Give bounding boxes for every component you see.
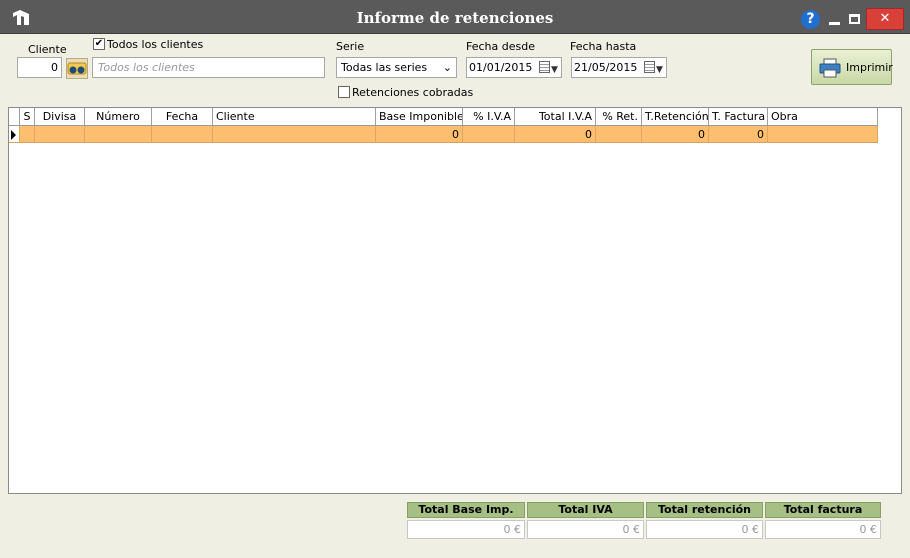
- total-base-imp-value: 0 €: [407, 520, 525, 539]
- total-factura-value: 0 €: [765, 520, 881, 539]
- cliente-label: Cliente: [28, 43, 67, 56]
- row-header-cell: [9, 108, 20, 125]
- total-retencion-header: Total retención: [646, 502, 763, 518]
- clientes-search-input[interactable]: Todos los clientes: [92, 57, 325, 78]
- retenciones-cobradas-checkbox[interactable]: [338, 86, 350, 98]
- maximize-icon: [849, 14, 860, 24]
- fecha-desde-label: Fecha desde: [466, 40, 535, 53]
- todos-clientes-label: Todos los clientes: [107, 38, 204, 51]
- col-header-s[interactable]: S: [20, 108, 35, 125]
- print-button[interactable]: Imprimir: [811, 49, 893, 85]
- close-icon: ✕: [879, 11, 891, 26]
- cell-t-retencion[interactable]: 0: [642, 126, 709, 142]
- grid-header: S Divisa Número Fecha Cliente Base Impon…: [9, 108, 878, 126]
- cell-base-imponible[interactable]: 0: [376, 126, 463, 142]
- close-button[interactable]: ✕: [866, 8, 904, 30]
- dropdown-arrow-icon: ▼: [656, 65, 663, 75]
- cell-s[interactable]: [20, 126, 35, 142]
- table-row[interactable]: 0 0 0 0: [9, 126, 878, 143]
- col-header-t-retencion[interactable]: T.Retención: [642, 108, 709, 125]
- todos-clientes-checkbox[interactable]: ✔: [93, 38, 105, 50]
- cell-obra[interactable]: [768, 126, 878, 142]
- total-iva-header: Total IVA: [527, 502, 644, 518]
- calendar-icon: [644, 61, 655, 73]
- binoculars-icon: [67, 62, 87, 75]
- cell-t-factura[interactable]: 0: [709, 126, 768, 142]
- cell-total-iva[interactable]: 0: [515, 126, 596, 142]
- total-factura-header: Total factura: [765, 502, 881, 518]
- search-client-button[interactable]: [66, 58, 88, 79]
- col-header-total-iva[interactable]: Total I.V.A: [515, 108, 596, 125]
- calendar-icon: [539, 61, 550, 73]
- col-header-numero[interactable]: Número: [85, 108, 152, 125]
- serie-label: Serie: [336, 40, 365, 53]
- fecha-desde-field[interactable]: 01/01/2015 ▼: [466, 57, 562, 78]
- cell-cliente[interactable]: [213, 126, 376, 142]
- cliente-input[interactable]: 0: [17, 57, 62, 78]
- fecha-hasta-field[interactable]: 21/05/2015 ▼: [571, 57, 667, 78]
- serie-value: Todas las series: [341, 61, 428, 74]
- cell-fecha[interactable]: [152, 126, 213, 142]
- row-indicator-cell: [9, 126, 20, 142]
- col-header-t-factura[interactable]: T. Factura: [709, 108, 768, 125]
- col-header-iva-pct[interactable]: % I.V.A: [463, 108, 515, 125]
- fecha-hasta-label: Fecha hasta: [570, 40, 637, 53]
- retenciones-grid[interactable]: S Divisa Número Fecha Cliente Base Impon…: [8, 107, 902, 494]
- cell-iva-pct[interactable]: [463, 126, 515, 142]
- fecha-desde-value: 01/01/2015: [469, 61, 533, 74]
- fecha-hasta-value: 21/05/2015: [574, 61, 638, 74]
- serie-select[interactable]: Todas las series ⌄: [336, 57, 457, 78]
- maximize-button[interactable]: [846, 8, 864, 30]
- col-header-cliente[interactable]: Cliente: [213, 108, 376, 125]
- help-button[interactable]: ?: [801, 10, 820, 29]
- cell-numero[interactable]: [85, 126, 152, 142]
- total-retencion-value: 0 €: [646, 520, 763, 539]
- minimize-button[interactable]: [826, 8, 844, 30]
- fecha-desde-picker[interactable]: ▼: [539, 61, 559, 75]
- chevron-down-icon: ⌄: [442, 61, 452, 74]
- printer-icon: [819, 58, 841, 78]
- retenciones-cobradas-label: Retenciones cobradas: [352, 86, 474, 99]
- col-header-base-imponible[interactable]: Base Imponible: [376, 108, 463, 125]
- fecha-hasta-picker[interactable]: ▼: [644, 61, 664, 75]
- total-base-imp-header: Total Base Imp.: [407, 502, 525, 518]
- col-header-ret-pct[interactable]: % Ret.: [596, 108, 642, 125]
- cell-divisa[interactable]: [35, 126, 85, 142]
- minimize-icon: [829, 22, 840, 25]
- total-iva-value: 0 €: [527, 520, 644, 539]
- dropdown-arrow-icon: ▼: [551, 65, 558, 75]
- current-row-arrow-icon: [11, 130, 16, 140]
- cell-ret-pct[interactable]: [596, 126, 642, 142]
- print-label: Imprimir: [846, 61, 893, 74]
- col-header-divisa[interactable]: Divisa: [35, 108, 85, 125]
- col-header-obra[interactable]: Obra: [768, 108, 878, 125]
- col-header-fecha[interactable]: Fecha: [152, 108, 213, 125]
- window-title: Informe de retenciones: [356, 9, 554, 27]
- title-bar: Informe de retenciones ? ✕: [0, 0, 910, 34]
